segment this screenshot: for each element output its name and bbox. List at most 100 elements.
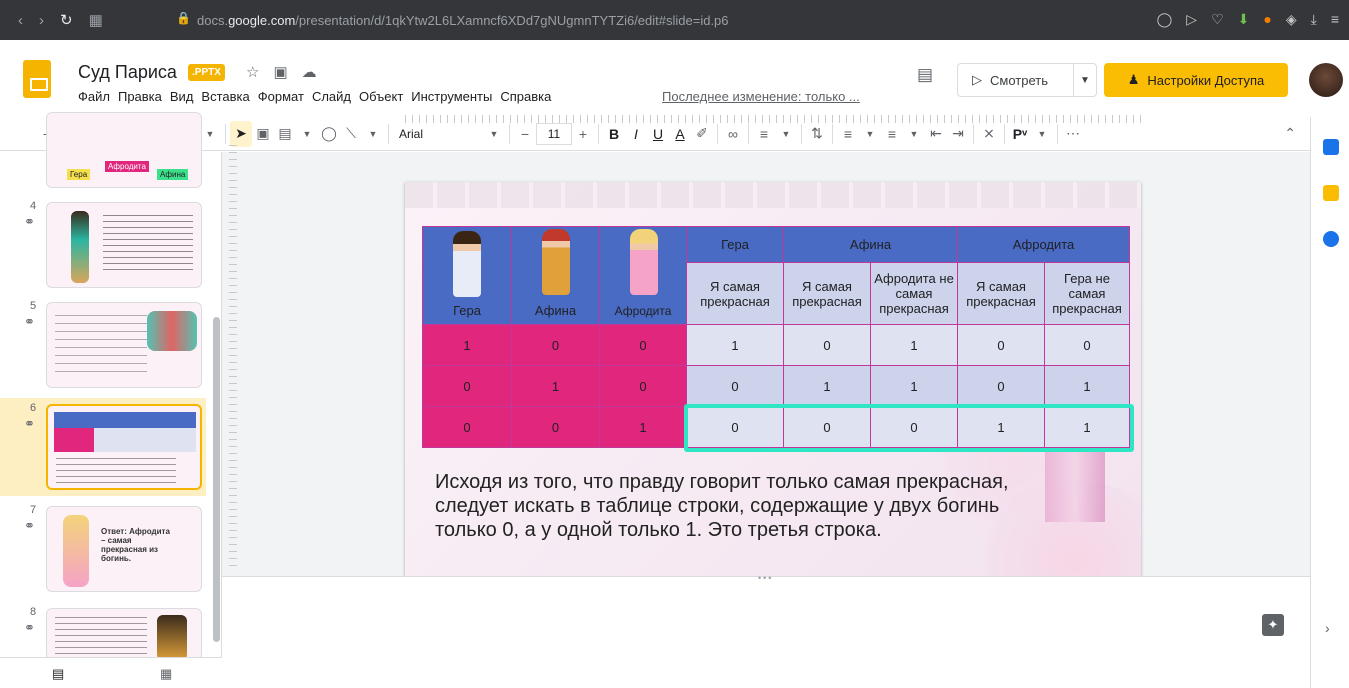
tasks-icon[interactable] xyxy=(1323,231,1339,247)
speaker-notes-area[interactable] xyxy=(222,576,1310,648)
explore-icon[interactable]: ✦ xyxy=(1262,614,1284,636)
link-icon[interactable]: ∞ xyxy=(722,121,744,147)
menu-tools[interactable]: Инструменты xyxy=(411,89,492,104)
group-head-athena: Афина xyxy=(783,226,958,263)
numbered-list-dropdown-icon[interactable]: ▼ xyxy=(859,121,881,147)
extension-icon[interactable]: ● xyxy=(1263,11,1271,28)
back-icon[interactable]: ‹ xyxy=(18,12,23,29)
slide-thumbnail-7[interactable]: Ответ: Афродита – самая прекрасная из бо… xyxy=(46,506,202,592)
bold-icon[interactable]: B xyxy=(603,121,625,147)
zoom-dropdown-icon[interactable]: ▼ xyxy=(199,121,221,147)
download-extension-icon[interactable]: ⬇ xyxy=(1238,11,1250,28)
menu-help[interactable]: Справка xyxy=(500,89,551,104)
menu-format[interactable]: Формат xyxy=(258,89,304,104)
highlight-icon[interactable]: ✐ xyxy=(691,121,713,147)
bulleted-list-dropdown-icon[interactable]: ▼ xyxy=(903,121,925,147)
line-dropdown-icon[interactable]: ▼ xyxy=(362,121,384,147)
menu-edit[interactable]: Правка xyxy=(118,89,162,104)
keep-icon[interactable] xyxy=(1323,185,1339,201)
menu-view[interactable]: Вид xyxy=(170,89,194,104)
increase-indent-icon[interactable]: ⇥ xyxy=(947,121,969,147)
slides-logo-icon[interactable] xyxy=(23,60,51,98)
toolbar-divider xyxy=(832,123,833,144)
slide-thumbnail-6[interactable] xyxy=(46,404,202,490)
present-button[interactable]: ▷ Смотреть ▼ xyxy=(957,63,1097,97)
cube-icon[interactable]: ◈ xyxy=(1286,11,1297,28)
line-spacing-icon[interactable]: ⇅ xyxy=(806,121,828,147)
slide-number-5: 5 xyxy=(30,300,37,312)
cloud-status-icon[interactable]: ☁ xyxy=(302,63,317,81)
hera-figure xyxy=(453,231,481,297)
spellcheck-icon[interactable]: Pᵛ xyxy=(1009,121,1031,147)
filmstrip-scrollbar[interactable] xyxy=(213,317,220,642)
font-size-input[interactable]: 11 xyxy=(536,122,572,145)
align-dropdown-icon[interactable]: ▼ xyxy=(775,121,797,147)
slide[interactable]: Гера Афина Афродита Гера Афина Афродита … xyxy=(405,182,1141,596)
comments-icon[interactable]: ▤ xyxy=(917,65,933,85)
link-icon: ⚭ xyxy=(24,214,35,229)
sub-head: Я самая прекрасная xyxy=(957,262,1045,325)
group-head-hera: Гера xyxy=(686,226,784,263)
line-icon[interactable]: ⟍ xyxy=(340,121,362,147)
menu-file[interactable]: Файл xyxy=(78,89,110,104)
download-icon[interactable]: ⤓ xyxy=(1311,11,1317,28)
text-color-icon[interactable]: A xyxy=(669,121,691,147)
address-bar[interactable]: docs.google.com/presentation/d/1qkYtw2L6… xyxy=(197,13,729,28)
increase-font-icon[interactable]: + xyxy=(572,121,594,147)
numbered-list-icon[interactable]: ≡ xyxy=(837,121,859,147)
more-options-icon[interactable]: ⋯ xyxy=(1062,121,1084,147)
image-dropdown-icon[interactable]: ▼ xyxy=(296,121,318,147)
font-dropdown-icon[interactable]: ▼ xyxy=(483,121,505,147)
menu-insert[interactable]: Вставка xyxy=(201,89,249,104)
apps-icon[interactable]: ▦ xyxy=(89,11,103,29)
italic-icon[interactable]: I xyxy=(625,121,647,147)
last-edit-link[interactable]: Последнее изменение: только ... xyxy=(662,89,860,104)
document-title[interactable]: Суд Париса xyxy=(78,62,177,83)
menu-slide[interactable]: Слайд xyxy=(312,89,351,104)
collapse-toolbar-icon[interactable]: ⌃ xyxy=(1284,125,1296,142)
row-highlight-frame[interactable] xyxy=(684,404,1134,452)
grid-view-icon[interactable]: ▦ xyxy=(160,666,172,682)
reload-icon[interactable]: ↻ xyxy=(60,11,73,29)
forward-icon[interactable]: › xyxy=(39,12,44,29)
bulleted-list-icon[interactable]: ≡ xyxy=(881,121,903,147)
share-button[interactable]: ♟ Настройки Доступа xyxy=(1104,63,1288,97)
menu-arrange[interactable]: Объект xyxy=(359,89,403,104)
select-tool-icon[interactable]: ➤ xyxy=(230,120,252,147)
filmstrip-panel: Гера Афродита Афина 4 ⚭ 5 ⚭ 6 ⚭ 7 ⚭ Отве… xyxy=(0,112,222,688)
decrease-font-icon[interactable]: − xyxy=(514,121,536,147)
slide-thumbnail-4[interactable] xyxy=(46,202,202,288)
text-box-icon[interactable]: ▣ xyxy=(252,121,274,147)
toolbar-divider xyxy=(225,123,226,144)
present-dropdown-icon[interactable]: ▼ xyxy=(1074,75,1096,86)
lock-icon[interactable]: 🔒 xyxy=(176,11,191,25)
image-icon[interactable]: ▤ xyxy=(274,121,296,147)
decrease-indent-icon[interactable]: ⇤ xyxy=(925,121,947,147)
calendar-icon[interactable] xyxy=(1323,139,1339,155)
avatar[interactable] xyxy=(1309,63,1343,97)
slide-thumbnail-5[interactable] xyxy=(46,302,202,388)
font-select[interactable]: Arial xyxy=(393,121,483,147)
play-icon[interactable]: ▷ xyxy=(1186,11,1197,28)
star-icon[interactable]: ☆ xyxy=(246,63,259,81)
menu-icon[interactable]: ≡ xyxy=(1331,11,1339,28)
sub-head: Афродита не самая прекрасная xyxy=(870,262,958,325)
slide-explanation-text[interactable]: Исходя из того, что правду говорит тольк… xyxy=(435,470,1035,542)
shape-icon[interactable]: ◯ xyxy=(318,121,340,147)
table-cell: 0 xyxy=(599,324,687,366)
spellcheck-dropdown-icon[interactable]: ▼ xyxy=(1031,121,1053,147)
camera-icon[interactable]: ◯ xyxy=(1157,11,1173,28)
align-icon[interactable]: ≡ xyxy=(753,121,775,147)
slide-thumbnail-3[interactable]: Гера Афродита Афина xyxy=(46,112,202,188)
side-panel-expand-icon[interactable]: › xyxy=(1325,620,1330,636)
heart-icon[interactable]: ♡ xyxy=(1211,11,1224,28)
thumb-label-aphrodite: Афродита xyxy=(105,161,149,172)
slide-thumbnail-8[interactable] xyxy=(46,608,202,660)
clear-formatting-icon[interactable]: ⨯ xyxy=(978,121,1000,147)
notes-resize-handle[interactable]: ••• xyxy=(758,573,773,583)
sub-head: Я самая прекрасная xyxy=(686,262,784,325)
table-cell: 0 xyxy=(511,324,600,366)
move-folder-icon[interactable]: ▣ xyxy=(273,63,287,81)
filmstrip-view-icon[interactable]: ▤ xyxy=(52,666,64,682)
underline-icon[interactable]: U xyxy=(647,121,669,147)
